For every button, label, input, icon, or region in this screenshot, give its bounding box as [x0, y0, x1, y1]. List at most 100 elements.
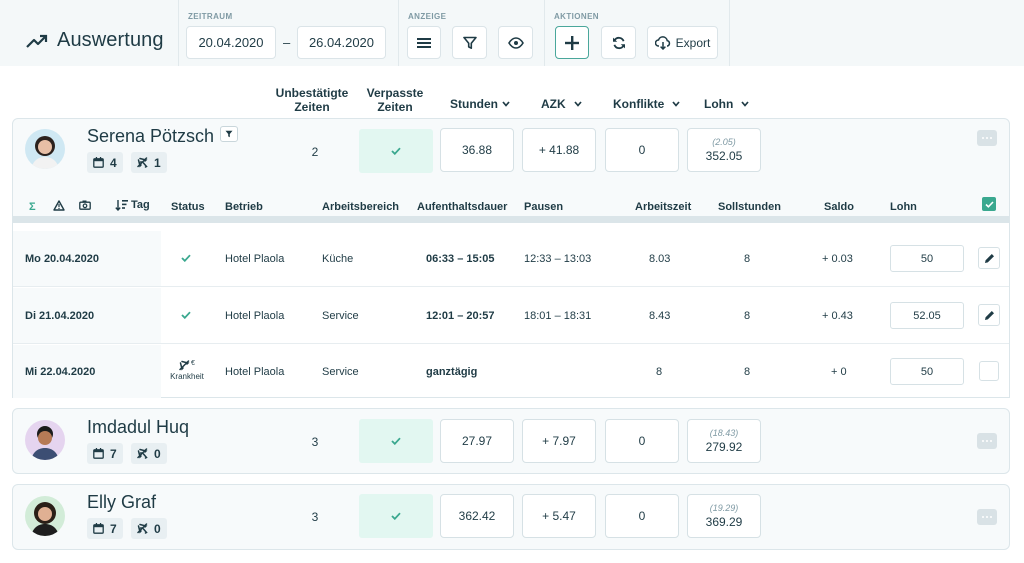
day-label: Di 21.04.2020 [25, 310, 95, 322]
table-row[interactable]: Mi 22.04.2020 € Krankheit Hotel Plaola S… [13, 345, 1009, 398]
check-icon [391, 147, 401, 155]
wage-text: 279.92 [705, 440, 743, 454]
more-options-button[interactable] [977, 130, 997, 146]
date-to-field[interactable]: 26.04.2020 [297, 26, 386, 59]
saldo-value: + 0.43 [822, 310, 853, 322]
col-unbestaetigt-line1: Unbestätigte [275, 86, 349, 100]
plane-icon [137, 157, 148, 168]
refresh-button[interactable] [601, 26, 636, 59]
filter-button[interactable] [452, 26, 487, 59]
table-row[interactable]: Di 21.04.2020 Hotel Plaola Service 12:01… [13, 288, 1009, 344]
list-view-button[interactable] [407, 26, 441, 59]
person-avatar-icon [31, 426, 59, 460]
page-title-text: Auswertung [57, 29, 164, 51]
check-icon [181, 254, 191, 262]
col-arbeitszeit: Arbeitszeit [635, 201, 692, 213]
arbeitszeit-value: 8 [656, 366, 663, 378]
filter-icon [462, 36, 477, 49]
cloud-download-icon [654, 35, 670, 50]
chevron-down-icon [672, 101, 680, 107]
shift-count: 7 [110, 521, 117, 536]
edit-button[interactable] [978, 247, 1000, 269]
calendar-icon [93, 523, 104, 534]
camera-icon[interactable] [79, 200, 91, 210]
col-stunden[interactable]: Stunden [450, 97, 510, 111]
arbeitszeit-value: 8.43 [649, 310, 671, 322]
sum-column-icon[interactable]: Σ [29, 201, 36, 213]
more-options-button[interactable] [977, 509, 997, 525]
add-button[interactable] [555, 26, 589, 59]
col-lohn[interactable]: Lohn [704, 97, 749, 111]
absence-status: € Krankheit [169, 360, 205, 381]
more-options-button[interactable] [977, 433, 997, 449]
saldo-value: + 0 [831, 366, 847, 378]
missed-times-cell [359, 494, 433, 538]
employee-card[interactable]: Imdadul Huq 7 0 3 27.97 + 7.97 0 (18.43)… [12, 408, 1010, 474]
col-verpasst-line1: Verpasste [366, 86, 424, 100]
person-avatar-icon [31, 502, 59, 536]
plus-icon [565, 35, 579, 50]
employee-name[interactable]: Elly Graf [87, 492, 156, 513]
zeitraum-label: ZEITRAUM [188, 12, 233, 21]
col-sollstunden: Sollstunden [718, 201, 781, 213]
wage-previous: (19.29) [709, 503, 739, 513]
absence-count: 0 [154, 521, 161, 536]
arbeitszeit-value: 8.03 [649, 253, 671, 265]
shift-count-badge: 7 [87, 443, 123, 464]
col-pausen: Pausen [524, 201, 564, 213]
azk-value: + 5.47 [522, 494, 596, 538]
unconfirmed-count: 3 [311, 435, 319, 449]
hours-value: 27.97 [440, 419, 514, 463]
unconfirmed-count: 3 [311, 510, 319, 524]
betrieb-value: Hotel Plaola [225, 310, 285, 322]
betrieb-value: Hotel Plaola [225, 366, 285, 378]
export-button[interactable]: Export [647, 26, 718, 59]
warning-icon[interactable] [53, 200, 65, 211]
lohn-input[interactable]: 50 [890, 245, 964, 272]
lohn-input[interactable]: 52.05 [890, 302, 964, 329]
azk-text: + 7.97 [542, 434, 576, 448]
avatar [25, 129, 65, 169]
absence-status-icons: € [169, 360, 205, 371]
detail-header-row: Σ Tag Status Betrieb Arbeitsbereich Aufe… [13, 185, 1009, 223]
chevron-down-icon [741, 101, 749, 107]
col-azk-label: AZK [541, 97, 566, 111]
absence-count-badge: 1 [131, 152, 167, 173]
select-all-checkbox[interactable] [982, 197, 996, 211]
bereich-value: Service [322, 310, 359, 322]
row-checkbox[interactable] [979, 361, 999, 381]
col-unbestaetigt: Unbestätigte Zeiten [272, 86, 352, 114]
col-saldo: Saldo [824, 201, 854, 213]
unconfirmed-count: 2 [311, 145, 319, 159]
table-row[interactable]: Mo 20.04.2020 Hotel Plaola Küche 06:33 –… [13, 231, 1009, 287]
employee-card[interactable]: Serena Pötzsch 4 1 2 36.88 + 41.88 0 (2.… [12, 118, 1010, 186]
trend-up-icon [26, 34, 48, 48]
chevron-down-icon [574, 101, 582, 107]
missed-times-cell [359, 419, 433, 463]
visibility-button[interactable] [498, 26, 533, 59]
conflicts-value: 0 [605, 419, 679, 463]
conflicts-value: 0 [605, 494, 679, 538]
col-konflikte[interactable]: Konflikte [613, 97, 680, 111]
sort-icon [115, 200, 128, 211]
employee-name[interactable]: Serena Pötzsch [87, 126, 214, 147]
bereich-value: Küche [322, 253, 354, 265]
date-from-field[interactable]: 20.04.2020 [186, 26, 276, 59]
aktionen-label: AKTIONEN [554, 12, 599, 21]
col-lohn-detail: Lohn [890, 201, 917, 213]
col-tag[interactable]: Tag [115, 199, 150, 211]
employee-name[interactable]: Imdadul Huq [87, 417, 189, 438]
person-avatar-icon [31, 136, 59, 169]
col-azk[interactable]: AZK [541, 97, 582, 111]
lohn-input[interactable]: 50 [890, 358, 964, 385]
shift-count: 7 [110, 446, 117, 461]
employee-card[interactable]: Elly Graf 7 0 3 362.42 + 5.47 0 (19.29) … [12, 484, 1010, 550]
check-icon [391, 512, 401, 520]
plane-icon [179, 360, 190, 371]
edit-button[interactable] [978, 304, 1000, 326]
employee-filter-button[interactable] [220, 126, 238, 142]
azk-value: + 7.97 [522, 419, 596, 463]
anzeige-label: ANZEIGE [408, 12, 447, 21]
soll-value: 8 [744, 310, 751, 322]
plane-icon [137, 523, 148, 534]
